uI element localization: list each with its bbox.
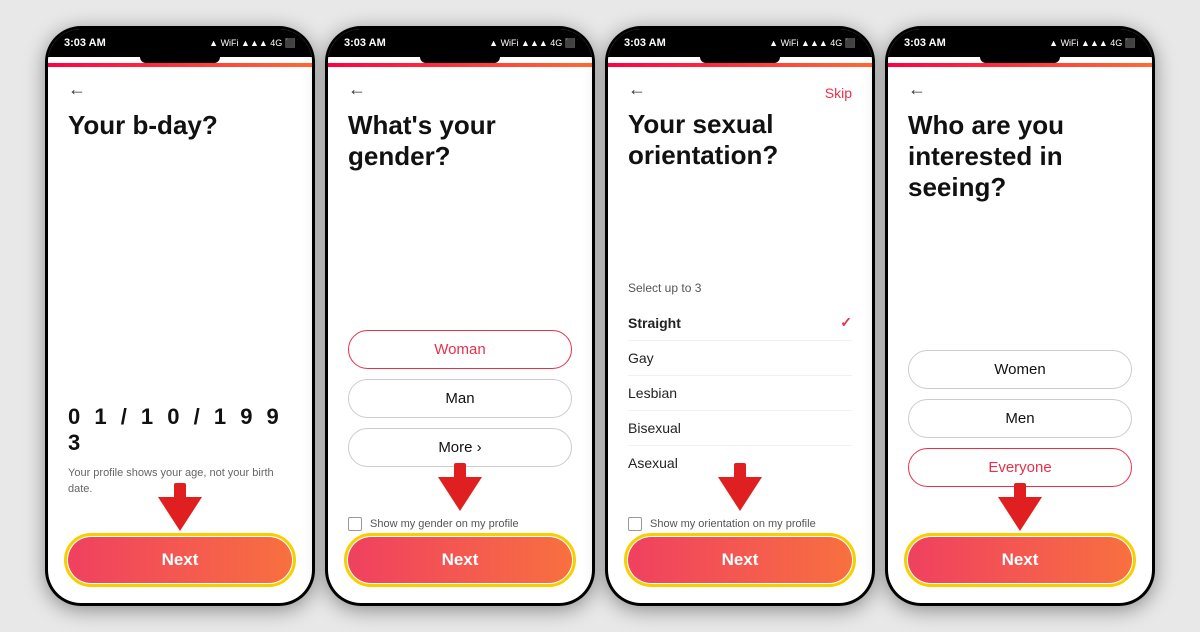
down-arrow-icon-3 xyxy=(718,477,762,511)
notch-4 xyxy=(888,57,1152,63)
status-time-2: 3:03 AM xyxy=(344,37,386,49)
down-arrow-icon-4 xyxy=(998,497,1042,531)
arrow-indicator-3 xyxy=(628,477,852,511)
down-arrow-icon-1 xyxy=(158,497,202,531)
status-bar-1: 3:03 AM ▲ WiFi ▲▲▲ 4G ⬛ xyxy=(48,29,312,57)
status-icons-1: ▲ WiFi ▲▲▲ 4G ⬛ xyxy=(209,38,296,49)
notch-2 xyxy=(328,57,592,63)
screen-content-orientation: ← Skip Your sexual orientation? Select u… xyxy=(608,67,872,603)
orient-item-gay[interactable]: Gay xyxy=(628,341,852,376)
gender-option-woman[interactable]: Woman xyxy=(348,330,572,369)
orient-item-lesbian[interactable]: Lesbian xyxy=(628,376,852,411)
gender-checkbox[interactable] xyxy=(348,517,362,531)
gender-title: What's your gender? xyxy=(348,110,572,316)
orientation-title: Your sexual orientation? xyxy=(628,109,852,281)
phone-orientation: 3:03 AM ▲ WiFi ▲▲▲ 4G ⬛ ← Skip Your sexu… xyxy=(605,26,875,606)
orientation-header-row: ← Skip xyxy=(628,79,852,101)
birthday-title: Your b-day? xyxy=(68,110,292,400)
status-time-4: 3:03 AM xyxy=(904,37,946,49)
phone-birthday: 3:03 AM ▲ WiFi ▲▲▲ 4G ⬛ ← Your b-day? 0 … xyxy=(45,26,315,606)
phone-interested: 3:03 AM ▲ WiFi ▲▲▲ 4G ⬛ ← Who are you in… xyxy=(885,26,1155,606)
screen-content-gender: ← What's your gender? Woman Man More Sho… xyxy=(328,67,592,603)
orient-label-lesbian: Lesbian xyxy=(628,385,677,401)
status-bar-4: 3:03 AM ▲ WiFi ▲▲▲ 4G ⬛ xyxy=(888,29,1152,57)
down-arrow-icon-2 xyxy=(438,477,482,511)
back-button-1[interactable]: ← xyxy=(68,79,292,100)
orient-item-bisexual[interactable]: Bisexual xyxy=(628,411,852,446)
orient-item-straight[interactable]: Straight ✓ xyxy=(628,305,852,341)
orient-label-gay: Gay xyxy=(628,350,654,366)
notch-1 xyxy=(48,57,312,63)
orientation-subtitle: Select up to 3 xyxy=(628,281,852,295)
interested-title: Who are you interested in seeing? xyxy=(908,110,1132,336)
next-button-1[interactable]: Next xyxy=(68,537,292,583)
arrow-indicator-4 xyxy=(908,497,1132,531)
next-btn-wrap-1: Next xyxy=(68,537,292,593)
gender-option-man[interactable]: Man xyxy=(348,379,572,418)
status-icons-3: ▲ WiFi ▲▲▲ 4G ⬛ xyxy=(769,38,856,49)
arrow-indicator-2 xyxy=(348,477,572,511)
orientation-checkbox-label: Show my orientation on my profile xyxy=(650,518,816,530)
interested-option-everyone[interactable]: Everyone xyxy=(908,448,1132,487)
next-btn-wrap-3: Next xyxy=(628,537,852,593)
screen-content-birthday: ← Your b-day? 0 1 / 1 0 / 1 9 9 3 Your p… xyxy=(48,67,312,603)
status-time-1: 3:03 AM xyxy=(64,37,106,49)
interested-option-women[interactable]: Women xyxy=(908,350,1132,389)
orientation-checkbox-row: Show my orientation on my profile xyxy=(628,517,852,537)
gender-option-more[interactable]: More xyxy=(348,428,572,467)
gender-checkbox-label: Show my gender on my profile xyxy=(370,518,519,530)
status-time-3: 3:03 AM xyxy=(624,37,666,49)
orient-label-straight: Straight xyxy=(628,315,681,331)
phone-gender: 3:03 AM ▲ WiFi ▲▲▲ 4G ⬛ ← What's your ge… xyxy=(325,26,595,606)
checkmark-straight: ✓ xyxy=(840,314,852,331)
next-button-3[interactable]: Next xyxy=(628,537,852,583)
status-bar-3: 3:03 AM ▲ WiFi ▲▲▲ 4G ⬛ xyxy=(608,29,872,57)
phones-container: 3:03 AM ▲ WiFi ▲▲▲ 4G ⬛ ← Your b-day? 0 … xyxy=(35,16,1165,616)
birthday-value: 0 1 / 1 0 / 1 9 9 3 xyxy=(68,404,292,456)
notch-3 xyxy=(608,57,872,63)
next-btn-wrap-2: Next xyxy=(348,537,572,593)
next-button-4[interactable]: Next xyxy=(908,537,1132,583)
skip-link[interactable]: Skip xyxy=(825,79,852,101)
next-btn-wrap-4: Next xyxy=(908,537,1132,593)
back-button-2[interactable]: ← xyxy=(348,79,572,100)
gender-checkbox-row: Show my gender on my profile xyxy=(348,517,572,537)
interested-option-men[interactable]: Men xyxy=(908,399,1132,438)
orient-label-asexual: Asexual xyxy=(628,455,678,471)
orient-label-bisexual: Bisexual xyxy=(628,420,681,436)
orientation-list: Straight ✓ Gay Lesbian Bisexual Asexual xyxy=(628,305,852,477)
back-button-4[interactable]: ← xyxy=(908,79,1132,100)
screen-content-interested: ← Who are you interested in seeing? Wome… xyxy=(888,67,1152,603)
status-icons-2: ▲ WiFi ▲▲▲ 4G ⬛ xyxy=(489,38,576,49)
status-bar-2: 3:03 AM ▲ WiFi ▲▲▲ 4G ⬛ xyxy=(328,29,592,57)
arrow-indicator-1 xyxy=(68,497,292,531)
next-button-2[interactable]: Next xyxy=(348,537,572,583)
back-button-3[interactable]: ← xyxy=(628,79,646,100)
orientation-checkbox[interactable] xyxy=(628,517,642,531)
status-icons-4: ▲ WiFi ▲▲▲ 4G ⬛ xyxy=(1049,38,1136,49)
